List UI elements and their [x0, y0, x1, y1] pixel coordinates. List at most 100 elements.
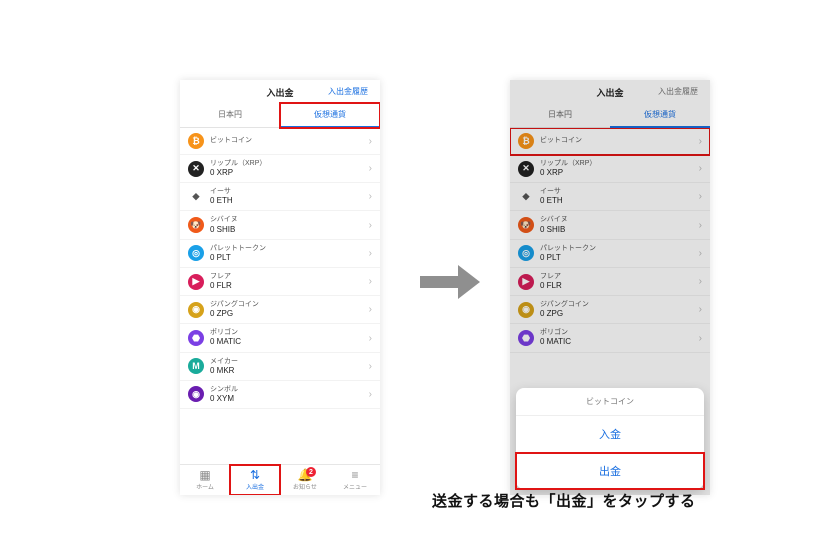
page-title: 入出金 — [266, 86, 293, 99]
coin-name: イーサ — [210, 188, 233, 196]
subtab-crypto[interactable]: 仮想通貨 — [610, 103, 710, 128]
zpg-icon: ◉ — [188, 302, 204, 318]
xym-icon: ◉ — [188, 386, 204, 402]
coin-balance: 0 SHIB — [210, 225, 238, 234]
coin-row-mkr[interactable]: M メイカー0 MKR › — [180, 353, 380, 381]
coin-row-shib[interactable]: 🐶 シバイヌ0 SHIB › — [180, 211, 380, 239]
matic-icon: ⬣ — [518, 330, 534, 346]
subtab-jpy[interactable]: 日本円 — [180, 103, 280, 128]
coin-name: パレットトークン — [540, 245, 596, 253]
chevron-right-icon: › — [699, 304, 702, 315]
coin-balance: 0 PLT — [210, 253, 266, 262]
coin-row-xym[interactable]: ◉ シンボル0 XYM › — [180, 381, 380, 409]
coin-balance: 0 MATIC — [540, 337, 571, 346]
coin-name: ジパングコイン — [210, 301, 259, 309]
coin-balance: 0 XRP — [210, 168, 266, 177]
btc-icon: ₿ — [188, 133, 204, 149]
coin-name: パレットトークン — [210, 245, 266, 253]
chevron-right-icon: › — [699, 191, 702, 202]
subtab-jpy[interactable]: 日本円 — [510, 103, 610, 128]
zpg-icon: ◉ — [518, 302, 534, 318]
chevron-right-icon: › — [369, 361, 372, 372]
shib-icon: 🐶 — [518, 217, 534, 233]
mkr-icon: M — [188, 358, 204, 374]
coin-row-matic[interactable]: ⬣ポリゴン0 MATIC› — [510, 324, 710, 352]
coin-balance: 0 FLR — [210, 281, 232, 290]
shib-icon: 🐶 — [188, 217, 204, 233]
arrow-icon — [420, 265, 480, 299]
btc-icon: ₿ — [518, 133, 534, 149]
chevron-right-icon: › — [699, 220, 702, 231]
chevron-right-icon: › — [369, 304, 372, 315]
titlebar: 入出金 入出金履歴 — [180, 80, 380, 103]
tab-home[interactable]: ▦ホーム — [180, 465, 230, 495]
currency-subtabs: 日本円 仮想通貨 — [180, 103, 380, 128]
coin-row-shib[interactable]: 🐶シバイヌ0 SHIB› — [510, 211, 710, 239]
eth-icon: ◆ — [518, 189, 534, 205]
chevron-right-icon: › — [369, 136, 372, 147]
chevron-right-icon: › — [699, 333, 702, 344]
coin-balance: 0 XRP — [540, 168, 596, 177]
chevron-right-icon: › — [699, 136, 702, 147]
action-sheet: ビットコイン 入金 出金 — [516, 388, 704, 489]
chevron-right-icon: › — [369, 191, 372, 202]
sheet-title: ビットコイン — [516, 388, 704, 416]
chevron-right-icon: › — [369, 333, 372, 344]
currency-subtabs: 日本円 仮想通貨 — [510, 103, 710, 128]
bottom-tabbar: ▦ホーム⇅入出金🔔お知らせ2≡メニュー — [180, 464, 380, 495]
coin-row-eth[interactable]: ◆イーサ0 ETH› — [180, 183, 380, 211]
coin-list: ₿ビットコイン›✕リップル（XRP）0 XRP›◆イーサ0 ETH›🐶シバイヌ0… — [180, 128, 380, 464]
flr-icon: ▶ — [518, 274, 534, 290]
coin-row-flr[interactable]: ▶フレア0 FLR› — [180, 268, 380, 296]
coin-row-flr[interactable]: ▶ フレア0 FLR › — [510, 268, 710, 296]
deposit-button[interactable]: 入金 — [516, 416, 704, 453]
chevron-right-icon: › — [369, 163, 372, 174]
coin-row-btc[interactable]: ₿ビットコイン› — [510, 128, 710, 155]
chevron-right-icon: › — [369, 220, 372, 231]
titlebar: 入出金 入出金履歴 — [510, 80, 710, 103]
phone-screen-step2: 入出金 入出金履歴 日本円 仮想通貨 ₿ビットコイン›✕リップル（XRP）0 X… — [510, 80, 710, 495]
chevron-right-icon: › — [369, 248, 372, 259]
coin-name: ポリゴン — [210, 329, 241, 337]
coin-balance: 0 ZPG — [210, 309, 259, 318]
history-link[interactable]: 入出金履歴 — [658, 86, 698, 97]
tab-notice[interactable]: 🔔お知らせ2 — [280, 465, 330, 495]
chevron-right-icon: › — [369, 389, 372, 400]
coin-row-zpg[interactable]: ◉ ジパングコイン0 ZPG › — [180, 296, 380, 324]
coin-name: シバイヌ — [210, 216, 238, 224]
coin-balance: 0 PLT — [540, 253, 596, 262]
subtab-crypto[interactable]: 仮想通貨 — [280, 103, 380, 128]
coin-name: リップル（XRP） — [210, 160, 266, 168]
chevron-right-icon: › — [699, 276, 702, 287]
tab-label: お知らせ — [293, 482, 317, 491]
coin-balance: 0 ETH — [540, 196, 563, 205]
coin-row-xrp[interactable]: ✕リップル（XRP）0 XRP› — [180, 155, 380, 183]
coin-name: フレア — [540, 273, 562, 281]
coin-balance: 0 XYM — [210, 394, 238, 403]
history-link[interactable]: 入出金履歴 — [328, 86, 368, 97]
coin-row-plt[interactable]: ◎ パレットトークン0 PLT › — [180, 240, 380, 268]
coin-balance: 0 MKR — [210, 366, 238, 375]
coin-name: メイカー — [210, 358, 238, 366]
coin-row-btc[interactable]: ₿ ビットコイン › — [180, 128, 380, 155]
coin-row-plt[interactable]: ◎パレットトークン0 PLT› — [510, 240, 710, 268]
coin-row-matic[interactable]: ⬣ポリゴン0 MATIC› — [180, 324, 380, 352]
coin-row-eth[interactable]: ◆イーサ0 ETH› — [510, 183, 710, 211]
withdraw-button[interactable]: 出金 — [516, 453, 704, 489]
coin-name: シバイヌ — [540, 216, 568, 224]
coin-name: シンボル — [210, 386, 238, 394]
coin-balance: 0 FLR — [540, 281, 562, 290]
eth-icon: ◆ — [188, 189, 204, 205]
home-icon: ▦ — [199, 469, 210, 481]
plt-icon: ◎ — [188, 245, 204, 261]
tab-menu[interactable]: ≡メニュー — [330, 465, 380, 495]
matic-icon: ⬣ — [188, 330, 204, 346]
coin-row-xrp[interactable]: ✕リップル（XRP）0 XRP› — [510, 155, 710, 183]
tab-funds[interactable]: ⇅入出金 — [230, 465, 280, 495]
tab-label: 入出金 — [246, 482, 264, 491]
coin-row-zpg[interactable]: ◉ジパングコイン0 ZPG› — [510, 296, 710, 324]
tab-label: メニュー — [343, 482, 367, 491]
coin-name: ビットコイン — [210, 137, 252, 145]
flr-icon: ▶ — [188, 274, 204, 290]
funds-icon: ⇅ — [250, 469, 260, 481]
